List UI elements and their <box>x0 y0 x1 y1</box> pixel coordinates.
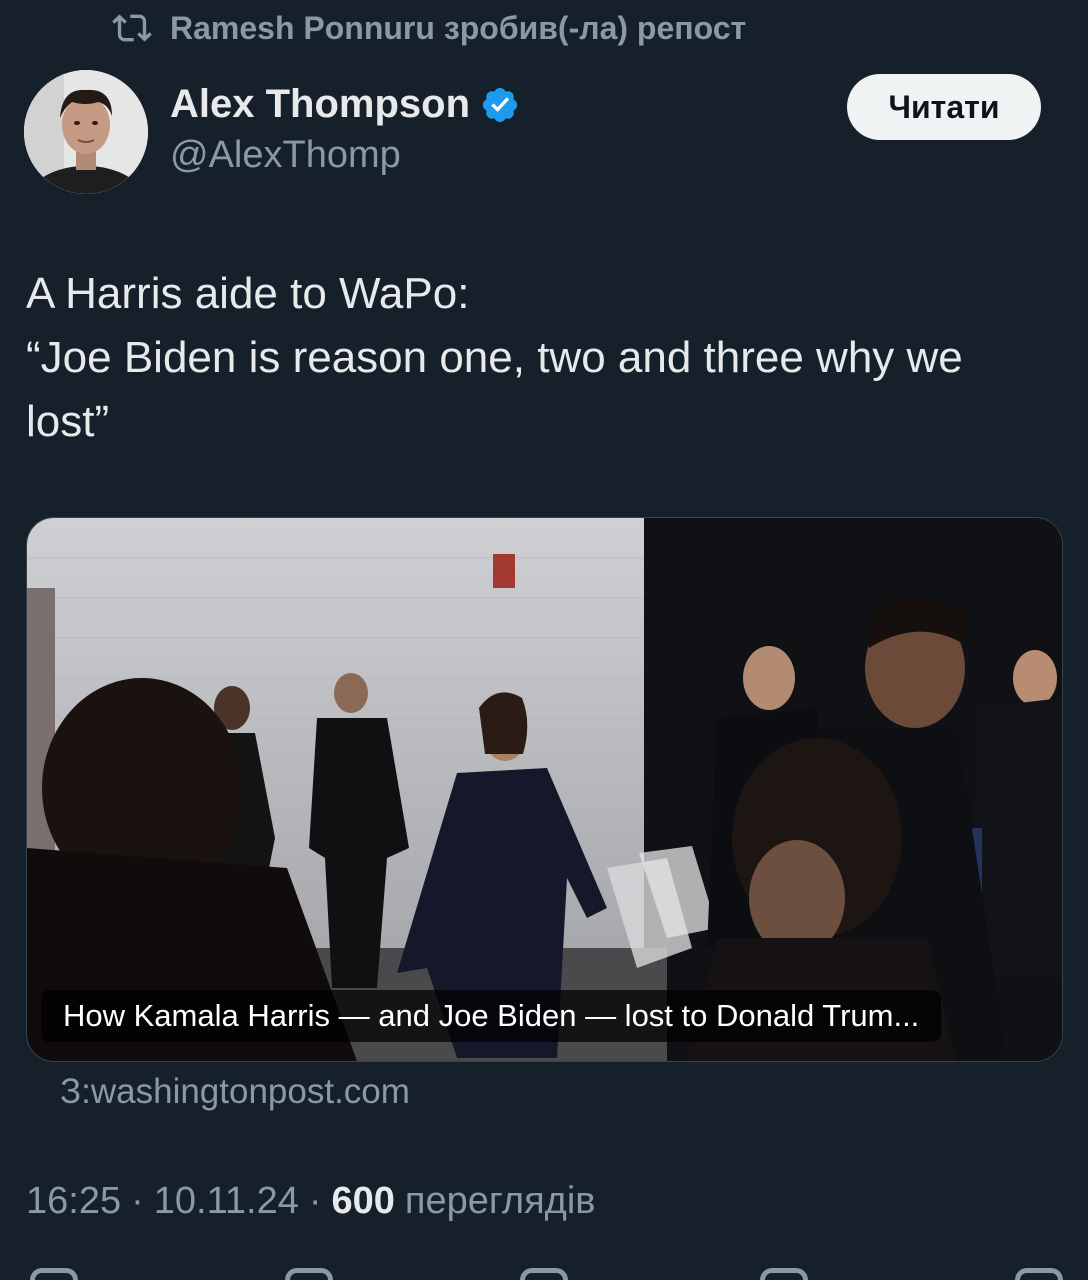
repost-indicator[interactable]: Ramesh Ponnuru зробив(-ла) репост <box>112 6 746 50</box>
author-name-row[interactable]: Alex Thompson <box>170 82 520 127</box>
separator: · <box>308 1180 322 1222</box>
retweet-icon[interactable] <box>285 1268 333 1280</box>
tweet-line: A Harris aide to WaPo: <box>26 269 470 318</box>
tweet-text: A Harris aide to WaPo: “Joe Biden is rea… <box>26 262 1056 454</box>
tweet-meta: 16:25 · 10.11.24 · 600 переглядів <box>26 1180 595 1223</box>
like-icon[interactable] <box>520 1268 568 1280</box>
share-icon[interactable] <box>1015 1268 1063 1280</box>
views-label: переглядів <box>404 1180 596 1222</box>
reply-icon[interactable] <box>30 1268 78 1280</box>
author-avatar[interactable] <box>24 70 148 194</box>
author-name[interactable]: Alex Thompson <box>170 82 470 127</box>
views-count: 600 <box>331 1180 395 1222</box>
follow-button[interactable]: Читати <box>847 74 1041 140</box>
verified-badge-icon <box>482 87 518 122</box>
repost-icon <box>112 14 152 42</box>
bookmark-icon[interactable] <box>760 1268 808 1280</box>
tweet-line: lost” <box>26 397 110 446</box>
author-handle[interactable]: @AlexThomp <box>170 134 401 177</box>
link-card[interactable]: How Kamala Harris — and Joe Biden — lost… <box>26 517 1063 1062</box>
tweet-line: “Joe Biden is reason one, two and three … <box>26 333 963 382</box>
card-domain[interactable]: З:washingtonpost.com <box>60 1072 410 1112</box>
card-title[interactable]: How Kamala Harris — and Joe Biden — lost… <box>41 990 942 1042</box>
avatar-photo <box>24 70 148 194</box>
separator: · <box>131 1180 144 1222</box>
article-photo <box>27 518 1062 1061</box>
action-bar <box>0 1268 1088 1280</box>
tweet-date[interactable]: 10.11.24 <box>154 1180 299 1223</box>
tweet-time[interactable]: 16:25 <box>26 1180 121 1223</box>
repost-text: Ramesh Ponnuru зробив(-ла) репост <box>170 9 747 46</box>
